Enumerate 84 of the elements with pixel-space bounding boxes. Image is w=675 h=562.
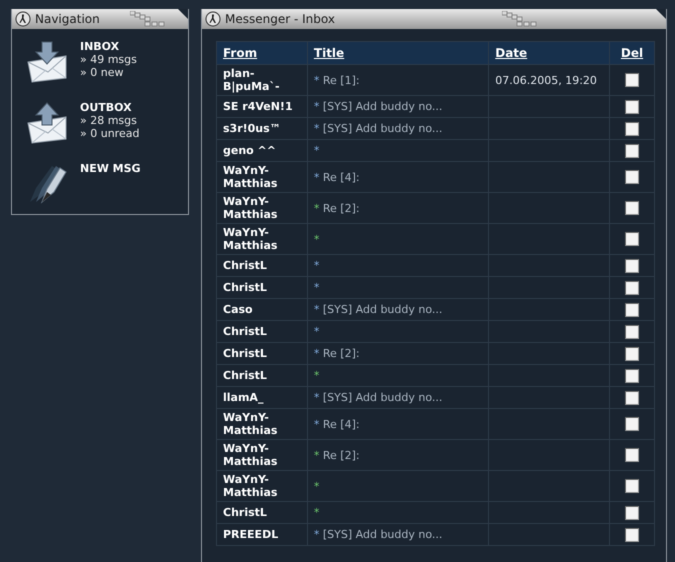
- sender-cell: WaYnY-Matthias: [216, 470, 308, 502]
- delete-checkbox[interactable]: [625, 258, 640, 272]
- window-title: Messenger - Inbox: [225, 11, 335, 28]
- status-marker-text: *: [314, 391, 320, 404]
- nav-stat-text: » 49 msgs: [80, 53, 137, 66]
- delete-checkbox[interactable]: [625, 280, 640, 294]
- delete-checkbox[interactable]: [625, 368, 640, 382]
- nav-link[interactable]: OUTBOX: [80, 101, 140, 114]
- sender-cell: WaYnY-Matthias: [216, 408, 308, 440]
- window-title: Navigation: [35, 11, 100, 28]
- logo-icon: [15, 11, 31, 27]
- envelope-up-arrow-icon: [26, 101, 68, 145]
- status-marker-text: *: [314, 281, 320, 294]
- message-title-link[interactable]: Re [4]:: [322, 170, 360, 184]
- message-title-link[interactable]: Re [1]:: [322, 74, 360, 86]
- delete-checkbox[interactable]: [625, 417, 640, 431]
- delete-checkbox[interactable]: [625, 448, 640, 462]
- sender-cell: ChristL: [216, 276, 308, 298]
- delete-checkbox[interactable]: [625, 390, 640, 404]
- delete-checkbox[interactable]: [625, 100, 640, 114]
- status-marker-text: *: [314, 170, 320, 184]
- delete-checkbox[interactable]: [625, 324, 640, 338]
- delete-checkbox[interactable]: [625, 302, 640, 316]
- sender-cell: geno ^^: [216, 140, 308, 162]
- status-marker-text: *: [314, 259, 320, 272]
- sender-cell: s3r!0us™: [216, 118, 308, 140]
- delete-checkbox[interactable]: [625, 528, 640, 542]
- sender-cell: llamA_: [216, 386, 308, 408]
- sender-cell: ChristL: [216, 254, 308, 276]
- status-marker-text: *: [314, 347, 320, 360]
- envelope-down-arrow-icon: [26, 40, 68, 84]
- nav-stat-text: » 0 new: [80, 66, 124, 79]
- status-marker-text: *: [314, 232, 320, 246]
- status-marker-text: *: [314, 100, 320, 113]
- status-marker-text: *: [314, 303, 320, 316]
- message-title-link[interactable]: Re [2]:: [322, 202, 360, 214]
- status-marker-text: *: [314, 480, 320, 492]
- delete-checkbox[interactable]: [625, 232, 640, 246]
- delete-checkbox[interactable]: [625, 144, 640, 158]
- sender-cell: WaYnY-Matthias: [216, 224, 308, 254]
- sender-cell: Caso: [216, 298, 308, 320]
- sender-cell: ChristL: [216, 342, 308, 364]
- status-marker-text: *: [314, 506, 320, 519]
- delete-checkbox[interactable]: [625, 73, 640, 87]
- status-marker-text: *: [314, 202, 320, 214]
- sender-cell: WaYnY-Matthias: [216, 162, 308, 192]
- delete-checkbox[interactable]: [625, 170, 640, 184]
- message-title-link[interactable]: [SYS] Add buddy no...: [322, 303, 442, 316]
- sender-cell: ChristL: [216, 320, 308, 342]
- status-marker-text: *: [314, 528, 320, 541]
- delete-checkbox[interactable]: [625, 122, 640, 136]
- status-marker-text: *: [314, 369, 320, 382]
- sender-cell: WaYnY-Matthias: [216, 192, 308, 224]
- column-header-link[interactable]: Title: [314, 46, 344, 60]
- status-marker-text: *: [314, 74, 320, 86]
- status-marker-text: *: [314, 418, 320, 430]
- column-header-link[interactable]: Date: [495, 46, 528, 60]
- message-title-link[interactable]: [SYS] Add buddy no...: [322, 391, 442, 404]
- sender-cell: ChristL: [216, 502, 308, 524]
- date-text: 07.06.2005, 19:20: [495, 74, 597, 86]
- sender-cell: SE r4VeN!1: [216, 96, 308, 118]
- sender-cell: ChristL: [216, 364, 308, 386]
- delete-checkbox[interactable]: [625, 346, 640, 360]
- message-title-link[interactable]: Re [2]:: [322, 448, 360, 462]
- logo-icon: [205, 11, 221, 27]
- nav-link[interactable]: NEW MSG: [80, 162, 141, 175]
- nav-stat-text: » 28 msgs: [80, 114, 138, 127]
- message-title-link[interactable]: [SYS] Add buddy no...: [322, 122, 442, 135]
- message-title-link[interactable]: Re [4]:: [322, 418, 360, 430]
- nav-link[interactable]: INBOX: [80, 40, 137, 53]
- sender-cell: WaYnY-Matthias: [216, 440, 308, 470]
- status-marker-text: *: [314, 122, 320, 135]
- status-marker-text: *: [314, 144, 320, 157]
- status-marker-text: *: [314, 448, 320, 462]
- status-marker-text: *: [314, 325, 320, 338]
- delete-checkbox[interactable]: [625, 506, 640, 520]
- message-title-link[interactable]: [SYS] Add buddy no...: [322, 100, 442, 113]
- nav-stat-text: » 0 unread: [80, 127, 140, 140]
- sender-cell: PREEEDL: [216, 524, 308, 546]
- message-title-link[interactable]: [SYS] Add buddy no...: [322, 528, 442, 541]
- delete-checkbox[interactable]: [625, 479, 640, 493]
- message-title-link[interactable]: Re [2]:: [322, 347, 360, 360]
- delete-checkbox[interactable]: [625, 201, 640, 215]
- sender-cell: plan-B|puMa`-: [216, 64, 308, 96]
